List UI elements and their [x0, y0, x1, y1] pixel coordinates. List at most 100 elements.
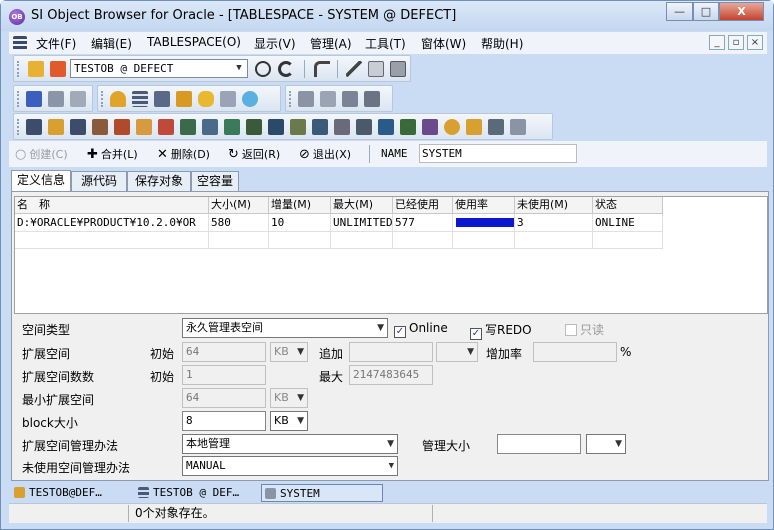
copy-icon[interactable] — [368, 61, 384, 77]
extent-unit-select[interactable]: KB ▼ — [270, 342, 308, 362]
minimize-button[interactable]: — — [666, 2, 693, 21]
tab-free-space[interactable]: 空容量 — [191, 171, 239, 191]
mdi-restore-button[interactable]: ▫ — [728, 35, 744, 50]
server-icon[interactable] — [154, 91, 170, 107]
min-extent-unit-select[interactable]: KB ▼ — [270, 388, 308, 408]
mdi-minimize-button[interactable]: _ — [709, 35, 725, 50]
export-icon[interactable] — [364, 91, 380, 107]
report-icon[interactable] — [342, 91, 358, 107]
toolbar-grip[interactable] — [17, 119, 20, 135]
table-cell-size[interactable]: 580 — [209, 214, 269, 232]
table-cell-used[interactable]: 577 — [393, 214, 453, 232]
count-max-field[interactable]: 2147483645 — [349, 365, 433, 385]
col-header-status[interactable]: 状态 — [593, 197, 663, 214]
table-cell-unused[interactable]: 3 — [515, 214, 593, 232]
col-header-max[interactable]: 最大(M) — [331, 197, 393, 214]
new-connection-icon[interactable] — [28, 61, 44, 77]
trigger-icon[interactable] — [246, 119, 262, 135]
online-checkbox[interactable]: ✓ Online — [394, 321, 448, 338]
paste-icon[interactable] — [390, 61, 406, 77]
table-cell-max[interactable]: UNLIMITED — [331, 214, 393, 232]
extent-mgmt-select[interactable]: 本地管理 ▼ — [182, 434, 398, 454]
tab-objects[interactable]: 保存对象 — [127, 171, 191, 191]
table-cell-usage[interactable] — [453, 214, 515, 232]
col-header-increment[interactable]: 增量(M) — [269, 197, 331, 214]
next-extent-field[interactable] — [349, 342, 433, 362]
name-field[interactable]: SYSTEM — [419, 144, 577, 163]
toolbar-grip[interactable] — [289, 91, 292, 107]
java-icon[interactable] — [378, 119, 394, 135]
profile-icon[interactable] — [488, 119, 504, 135]
database-menu-icon[interactable] — [13, 36, 27, 50]
pct-increase-field[interactable] — [533, 342, 617, 362]
revert-button[interactable]: ↻ 返回(R) — [228, 146, 280, 162]
database-icon[interactable] — [132, 91, 148, 107]
role-icon[interactable] — [466, 119, 482, 135]
sql-icon[interactable] — [26, 91, 42, 107]
sync-icon[interactable] — [242, 91, 258, 107]
window-tab-browser[interactable]: TESTOB @ DEF… — [135, 484, 259, 502]
count-initial-field[interactable]: 1 — [182, 365, 266, 385]
space-type-select[interactable]: 永久管理表空间 ▼ — [182, 318, 388, 338]
readonly-checkbox[interactable]: 只读 — [565, 321, 604, 338]
title-bar[interactable]: OB SI Object Browser for Oracle - [TABLE… — [1, 1, 773, 31]
view-icon[interactable] — [70, 119, 86, 135]
tab-source[interactable]: 源代码 — [71, 171, 127, 191]
library-icon[interactable] — [400, 119, 416, 135]
redo-checkbox[interactable]: ✓ 写REDO — [470, 321, 532, 340]
block-size-field[interactable]: 8 — [182, 411, 266, 431]
dblink-icon[interactable] — [312, 119, 328, 135]
job-icon[interactable] — [444, 119, 460, 135]
toolbar-grip[interactable] — [17, 61, 20, 77]
menu-tools[interactable]: 工具(T) — [365, 35, 406, 52]
menu-manage[interactable]: 管理(A) — [310, 35, 352, 52]
query-icon[interactable] — [48, 91, 64, 107]
synonym-icon[interactable] — [136, 119, 152, 135]
block-unit-select[interactable]: KB ▼ — [270, 411, 308, 431]
toolbar-grip[interactable] — [101, 91, 104, 107]
menu-edit[interactable]: 编辑(E) — [91, 35, 132, 52]
disconnect-icon[interactable] — [50, 61, 66, 77]
col-header-size[interactable]: 大小(M) — [209, 197, 269, 214]
table-cell-name[interactable]: D:¥ORACLE¥PRODUCT¥10.2.0¥OR — [15, 214, 209, 232]
info-icon[interactable] — [320, 91, 336, 107]
monitor-icon[interactable] — [70, 91, 86, 107]
menu-tablespace[interactable]: TABLESPACE(O) — [147, 35, 241, 49]
table-icon[interactable] — [26, 119, 42, 135]
directory-icon[interactable] — [356, 119, 372, 135]
type-body-icon[interactable] — [290, 119, 306, 135]
close-button[interactable]: X — [719, 2, 764, 21]
delete-button[interactable]: ✕ 删除(D) — [157, 146, 210, 162]
lock-icon[interactable] — [176, 91, 192, 107]
col-header-usage[interactable]: 使用率 — [453, 197, 515, 214]
merge-button[interactable]: ✚ 合并(L) — [87, 146, 138, 162]
window-tab-tablespace[interactable]: SYSTEM — [261, 484, 383, 502]
storage-icon[interactable] — [198, 91, 214, 107]
table-cell-increment[interactable]: 10 — [269, 214, 331, 232]
mview-icon[interactable] — [334, 119, 350, 135]
index-icon[interactable] — [92, 119, 108, 135]
next-extent-unit-select[interactable]: ▼ — [436, 342, 478, 362]
table-cell-status[interactable]: ONLINE — [593, 214, 663, 232]
function-icon[interactable] — [180, 119, 196, 135]
schema-icon[interactable] — [298, 91, 314, 107]
min-extent-field[interactable]: 64 — [182, 388, 266, 408]
exit-button[interactable]: ⊘ 退出(X) — [299, 146, 351, 162]
create-button[interactable]: ○ 创建(C) — [15, 146, 68, 162]
procedure-icon[interactable] — [158, 119, 174, 135]
menu-view[interactable]: 显示(V) — [254, 35, 296, 52]
undo-icon[interactable] — [314, 61, 330, 77]
mdi-close-button[interactable]: × — [747, 35, 763, 50]
tablespace-icon[interactable] — [510, 119, 526, 135]
queue-icon[interactable] — [422, 119, 438, 135]
mgmt-size-field[interactable] — [497, 434, 581, 454]
menu-file[interactable]: 文件(F) — [36, 35, 76, 52]
key-icon[interactable] — [48, 119, 64, 135]
circle-icon[interactable] — [255, 61, 271, 77]
mgmt-size-select[interactable]: ▼ — [586, 434, 626, 454]
connection-select[interactable]: TESTOB @ DEFECT ▼ — [70, 59, 248, 78]
objects-icon[interactable] — [220, 91, 236, 107]
package-icon[interactable] — [202, 119, 218, 135]
menu-window[interactable]: 窗体(W) — [421, 35, 466, 52]
col-header-unused[interactable]: 未使用(M) — [515, 197, 593, 214]
